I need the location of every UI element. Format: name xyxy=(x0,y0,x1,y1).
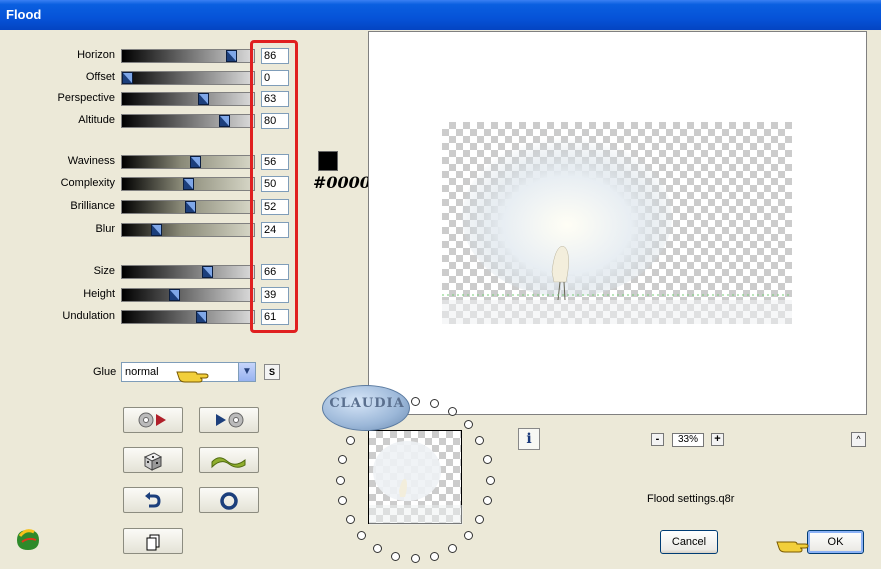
ring-dot xyxy=(373,543,382,553)
slider-thumb-offset[interactable] xyxy=(122,72,133,84)
preview-panel[interactable] xyxy=(368,31,867,415)
slider-track-horizon[interactable] xyxy=(121,49,255,63)
copy-icon xyxy=(146,534,160,551)
play-back-button[interactable] xyxy=(123,407,183,433)
glue-label: Glue xyxy=(93,366,117,378)
play-forward-icon xyxy=(216,412,244,428)
settings-filename: Flood settings.q8r xyxy=(647,493,735,505)
slider-track-altitude[interactable] xyxy=(121,114,255,128)
play-forward-button[interactable] xyxy=(199,407,259,433)
slider-track-height[interactable] xyxy=(121,288,255,302)
dice-icon xyxy=(143,452,163,471)
reset-button[interactable] xyxy=(199,487,259,513)
undo-icon xyxy=(145,492,161,508)
undo-button[interactable] xyxy=(123,487,183,513)
slider-track-brilliance[interactable] xyxy=(121,200,255,214)
glue-selected-value: normal xyxy=(125,366,159,378)
slider-label-size: Size xyxy=(93,265,115,277)
ring-dot xyxy=(345,514,355,524)
slider-label-brilliance: Brilliance xyxy=(70,200,115,212)
thumbnail-peacock-image xyxy=(369,441,463,525)
ring-dot xyxy=(463,419,473,429)
info-button[interactable]: i xyxy=(518,428,540,450)
slider-track-size[interactable] xyxy=(121,265,255,279)
slider-track-offset[interactable] xyxy=(121,71,255,85)
chevron-down-icon[interactable]: ▼ xyxy=(238,363,255,381)
slider-thumb-blur[interactable] xyxy=(151,224,163,236)
slider-track-perspective[interactable] xyxy=(121,92,255,106)
slider-thumb-altitude[interactable] xyxy=(218,115,230,127)
slider-thumb-undulation[interactable] xyxy=(195,311,207,323)
zoom-level: 33% xyxy=(672,433,704,447)
s-button[interactable]: S xyxy=(264,364,280,380)
slider-thumb-horizon[interactable] xyxy=(226,50,238,62)
slider-label-offset: Offset xyxy=(85,71,115,83)
copy-button[interactable] xyxy=(123,528,183,554)
ring-dot xyxy=(357,531,367,541)
ring-dot xyxy=(410,396,420,406)
ok-button[interactable]: OK xyxy=(807,530,864,554)
wave-icon xyxy=(211,457,246,469)
slider-label-horizon: Horizon xyxy=(77,49,115,61)
ring-dot xyxy=(410,554,420,564)
zoom-out-button[interactable]: - xyxy=(651,433,664,446)
ring-dot xyxy=(338,455,348,465)
ring-dot xyxy=(391,551,401,561)
ring-dot xyxy=(345,436,355,446)
cancel-button[interactable]: Cancel xyxy=(660,530,718,554)
ring-dot xyxy=(482,455,492,465)
watermark-text: CLAUDIA xyxy=(329,396,405,411)
app-logo-icon xyxy=(17,529,39,550)
ring-dot xyxy=(338,495,348,505)
slider-label-perspective: Perspective xyxy=(57,92,115,104)
ring-dot xyxy=(463,531,473,541)
highlight-frame xyxy=(250,40,298,333)
thumbnail-preview[interactable] xyxy=(368,430,463,525)
play-back-icon xyxy=(138,412,166,428)
slider-thumb-size[interactable] xyxy=(201,266,213,278)
title-bar: Flood xyxy=(0,0,881,30)
pointing-hand-icon xyxy=(176,371,209,383)
slider-thumb-perspective[interactable] xyxy=(198,93,210,105)
slider-thumb-waviness[interactable] xyxy=(189,156,201,168)
random-button[interactable] xyxy=(123,447,183,473)
slider-thumb-complexity[interactable] xyxy=(182,178,194,190)
slider-label-waviness: Waviness xyxy=(67,155,115,167)
ring-dot xyxy=(475,436,485,446)
slider-thumb-brilliance[interactable] xyxy=(184,201,196,213)
window-title: Flood xyxy=(6,7,42,22)
slider-label-undulation: Undulation xyxy=(62,310,115,322)
slider-label-height: Height xyxy=(83,288,115,300)
peacock-image xyxy=(442,137,792,324)
watermark-logo: CLAUDIA xyxy=(322,385,410,431)
ring-dot xyxy=(485,475,495,485)
slider-thumb-height[interactable] xyxy=(169,289,181,301)
slider-track-undulation[interactable] xyxy=(121,310,255,324)
reset-icon xyxy=(220,492,238,510)
pointing-hand-icon xyxy=(776,541,809,553)
zoom-in-button[interactable]: + xyxy=(711,433,724,446)
ring-dot xyxy=(335,475,345,485)
wave-button[interactable] xyxy=(199,447,259,473)
collapse-button[interactable]: ^ xyxy=(851,432,866,447)
ring-dot xyxy=(429,551,439,561)
ring-dot xyxy=(475,514,485,524)
slider-track-complexity[interactable] xyxy=(121,177,255,191)
slider-track-waviness[interactable] xyxy=(121,155,255,169)
slider-track-blur[interactable] xyxy=(121,223,255,237)
slider-label-altitude: Altitude xyxy=(78,114,115,126)
color-swatch[interactable] xyxy=(318,151,338,171)
slider-label-complexity: Complexity xyxy=(60,177,115,189)
ring-dot xyxy=(482,495,492,505)
ring-dot xyxy=(448,543,457,553)
slider-label-blur: Blur xyxy=(95,223,115,235)
